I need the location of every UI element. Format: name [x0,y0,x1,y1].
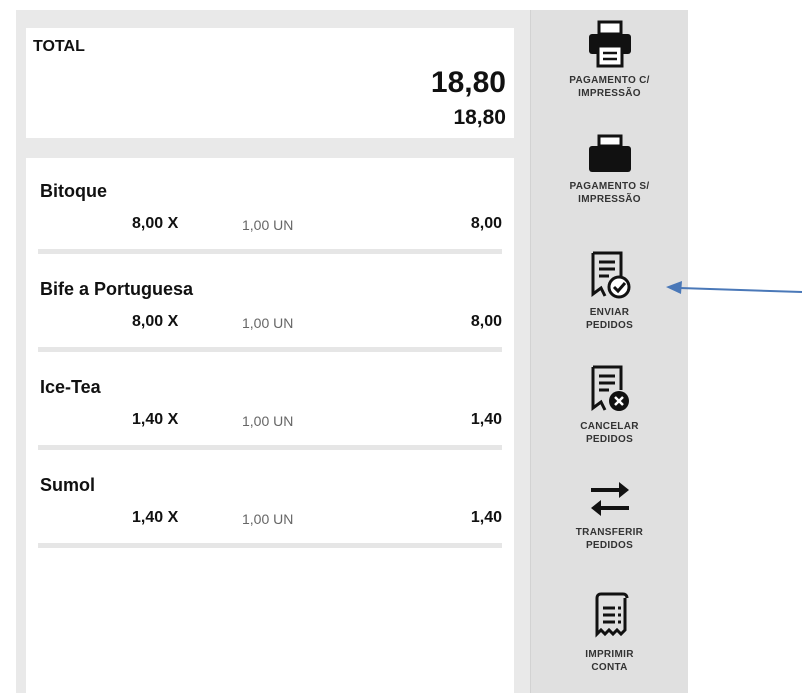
item-unit-price: 8,00 X [132,313,179,330]
document-cancel-icon [591,365,629,411]
receipt-icon [595,592,628,638]
item-divider [38,543,502,548]
pay-without-print-button[interactable]: PAGAMENTO S/ IMPRESSÃO [531,134,688,206]
printer-icon [588,134,631,172]
pos-screen: TOTAL 18,80 18,80 Bitoque 8,00 X 1,00 UN… [16,10,688,693]
annotation-arrow [666,281,803,294]
order-panel: TOTAL 18,80 18,80 Bitoque 8,00 X 1,00 UN… [16,10,530,693]
item-quantity: 1,00 UN [242,315,294,331]
total-amount: 18,80 [430,66,506,99]
action-label: PAGAMENTO C/ IMPRESSÃO [569,75,650,99]
item-total: 8,00 [470,313,502,330]
item-name: Bife a Portuguesa [40,279,194,299]
action-label: ENVIAR PEDIDOS [585,307,634,331]
transfer-orders-button[interactable]: TRANSFERIR PEDIDOS [531,478,688,552]
item-unit-price: 1,40 X [132,509,179,526]
order-item[interactable]: Sumol 1,40 X 1,00 UN 1,40 [26,452,514,549]
transfer-arrows-icon [590,482,629,516]
order-item[interactable]: Bitoque 8,00 X 1,00 UN 8,00 [26,158,514,255]
action-label: PAGAMENTO S/ IMPRESSÃO [569,181,650,205]
total-amount-secondary: 18,80 [453,106,506,129]
item-quantity: 1,00 UN [242,217,294,233]
item-divider [38,445,502,450]
actions-sidebar: PAGAMENTO C/ IMPRESSÃO PAGAMENTO S/ IMPR… [530,10,688,693]
item-name: Bitoque [40,181,107,201]
total-panel: TOTAL 18,80 18,80 [26,28,514,138]
item-quantity: 1,00 UN [242,413,294,429]
action-label: CANCELAR PEDIDOS [580,421,639,445]
item-divider [38,249,502,254]
item-unit-price: 1,40 X [132,411,179,428]
print-bill-button[interactable]: IMPRIMIR CONTA [531,592,688,674]
order-item[interactable]: Bife a Portuguesa 8,00 X 1,00 UN 8,00 [26,256,514,353]
pay-with-print-button[interactable]: PAGAMENTO C/ IMPRESSÃO [531,20,688,100]
cancel-orders-button[interactable]: CANCELAR PEDIDOS [531,364,688,446]
item-total: 1,40 [470,411,502,428]
item-total: 8,00 [470,215,502,232]
item-total: 1,40 [470,509,502,526]
action-label: IMPRIMIR CONTA [585,649,634,673]
document-check-icon [591,251,630,299]
action-label: TRANSFERIR PEDIDOS [575,527,644,551]
printer-icon [588,20,631,68]
item-unit-price: 8,00 X [132,215,179,232]
item-name: Ice-Tea [40,377,101,397]
order-items-list: Bitoque 8,00 X 1,00 UN 8,00 Bife a Portu… [26,158,514,693]
item-name: Sumol [40,475,96,495]
total-label: TOTAL [33,38,85,55]
item-divider [38,347,502,352]
order-item[interactable]: Ice-Tea 1,40 X 1,00 UN 1,40 [26,354,514,451]
item-quantity: 1,00 UN [242,511,294,527]
